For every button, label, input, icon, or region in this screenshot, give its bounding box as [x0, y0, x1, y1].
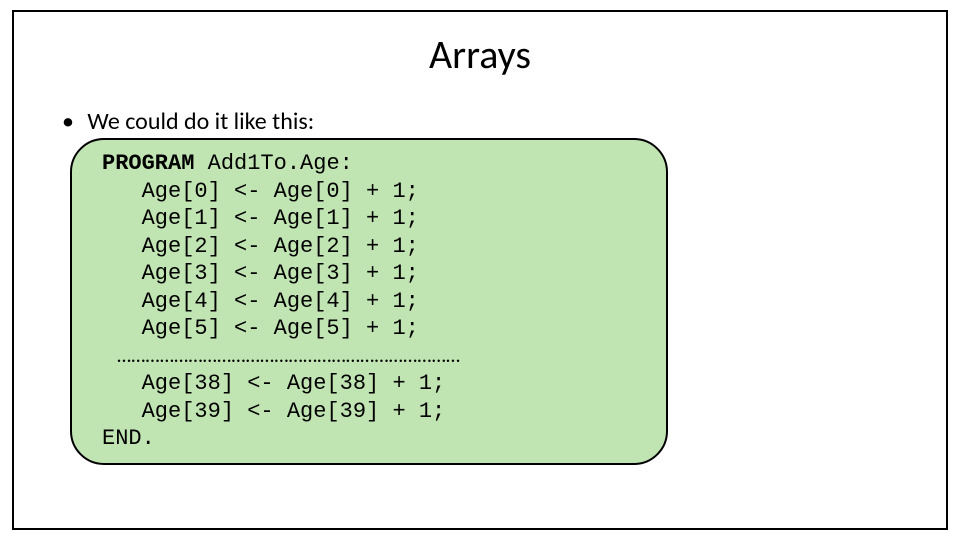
code-line: Age[38] <- Age[38] + 1; [102, 371, 445, 396]
code-line: Age[5] <- Age[5] + 1; [102, 316, 419, 341]
slide-title: Arrays [42, 30, 918, 79]
slide-frame: Arrays We could do it like this: PROGRAM… [12, 10, 948, 530]
program-keyword: PROGRAM [102, 151, 194, 176]
code-line: Age[39] <- Age[39] + 1; [102, 399, 445, 424]
program-name: Add1To.Age: [194, 151, 352, 176]
code-content: PROGRAM Add1To.Age: Age[0] <- Age[0] + 1… [102, 150, 644, 453]
code-line: Age[2] <- Age[2] + 1; [102, 234, 419, 259]
code-line: Age[1] <- Age[1] + 1; [102, 206, 419, 231]
ellipsis-line: ……………………………………………………………… [102, 344, 460, 368]
code-box: PROGRAM Add1To.Age: Age[0] <- Age[0] + 1… [70, 138, 668, 465]
code-line: Age[3] <- Age[3] + 1; [102, 261, 419, 286]
code-line: Age[0] <- Age[0] + 1; [102, 179, 419, 204]
bullet-text: We could do it like this: [62, 107, 918, 136]
end-keyword: END. [102, 426, 155, 451]
code-line: Age[4] <- Age[4] + 1; [102, 289, 419, 314]
